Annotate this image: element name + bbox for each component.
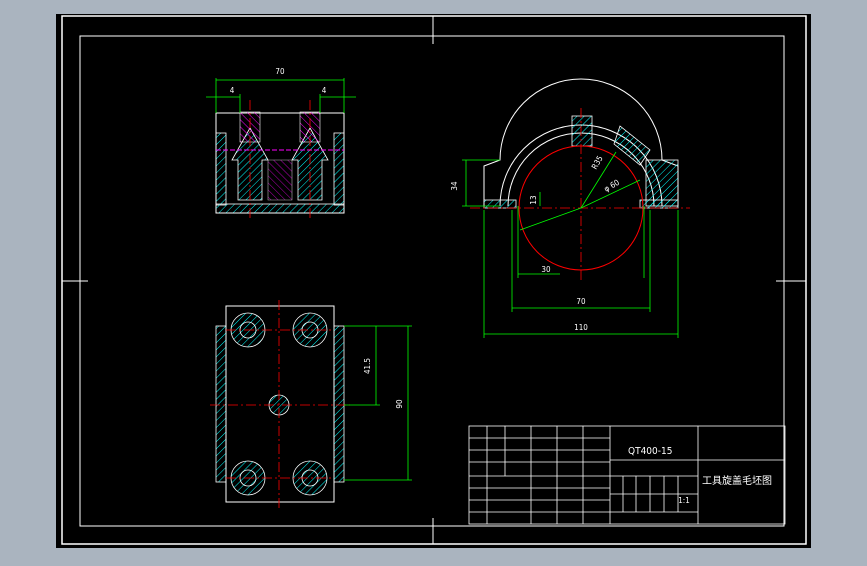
dim-width-total: 110	[574, 323, 588, 332]
dim-bottom-inner: 30	[541, 265, 551, 274]
drawing-canvas: 70 4 4 34 13 R35 φ 60 30 70 110 41.5 90 …	[56, 14, 811, 548]
dim-inner: 41.5	[363, 358, 372, 374]
scale-label: 1:1	[678, 496, 690, 505]
part-name: 工具旋盖毛坯图	[702, 474, 772, 487]
cad-viewport: 70 4 4 34 13 R35 φ 60 30 70 110 41.5 90 …	[0, 0, 867, 562]
material-label: QT400-15	[628, 446, 672, 457]
dim-right-offset: 4	[322, 86, 327, 95]
dim-side-height: 34	[450, 181, 459, 191]
dim-left-offset: 4	[230, 86, 235, 95]
dim-overall-width: 70	[275, 67, 285, 76]
dim-outer: 90	[395, 399, 404, 409]
dim-13: 13	[529, 195, 538, 204]
dim-width-mid: 70	[576, 297, 586, 306]
